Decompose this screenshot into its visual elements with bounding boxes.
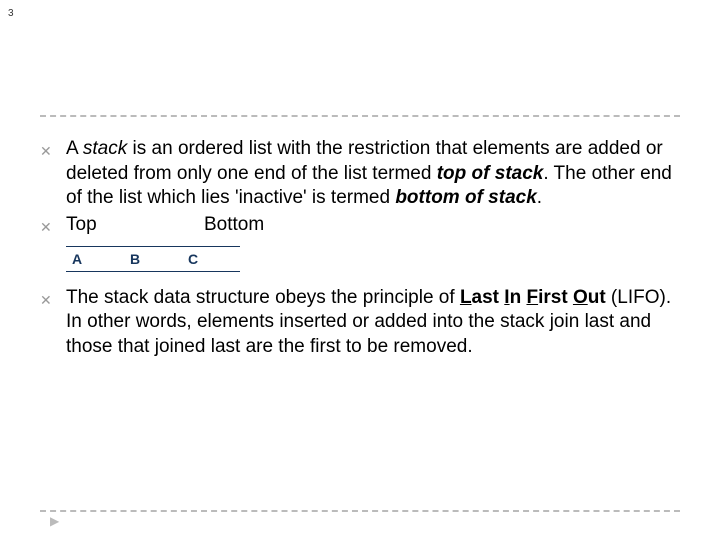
stack-cells: A B C — [66, 246, 680, 272]
lifo-ut: ut — [588, 287, 606, 308]
paragraph-1: A stack is an ordered list with the rest… — [66, 137, 680, 211]
bottom-divider — [40, 510, 680, 512]
term-top-of-stack: top of stack — [437, 163, 544, 184]
top-bottom-labels: TopBottom — [66, 213, 264, 238]
top-divider — [40, 115, 680, 117]
bullet-item-3: ✕ The stack data structure obeys the pri… — [40, 286, 680, 360]
nav-cue-icon: ▶ — [50, 514, 59, 528]
bullet-item-2: ✕ TopBottom — [40, 213, 680, 238]
term-stack: stack — [83, 138, 127, 159]
lifo-O: O — [573, 287, 588, 308]
lifo-n: n — [510, 287, 527, 308]
text: . — [537, 187, 542, 208]
lifo-F: F — [526, 287, 538, 308]
lifo-L: L — [460, 287, 472, 308]
bullet-icon: ✕ — [40, 219, 54, 236]
cell-b: B — [124, 246, 182, 272]
bullet-icon: ✕ — [40, 143, 54, 160]
lifo-ast: ast — [472, 287, 505, 308]
bullet-item-1: ✕ A stack is an ordered list with the re… — [40, 137, 680, 211]
text: A — [66, 138, 83, 159]
cell-c: C — [182, 246, 240, 272]
content-area: ✕ A stack is an ordered list with the re… — [40, 115, 680, 362]
paragraph-2: The stack data structure obeys the princ… — [66, 286, 680, 360]
label-bottom: Bottom — [204, 213, 264, 238]
slide-number: 3 — [8, 8, 720, 19]
label-top: Top — [66, 213, 204, 238]
cell-a: A — [66, 246, 124, 272]
term-bottom-of-stack: bottom of stack — [395, 187, 536, 208]
bullet-icon: ✕ — [40, 292, 54, 309]
lifo-irst: irst — [538, 287, 573, 308]
text: The stack data structure obeys the princ… — [66, 287, 460, 308]
